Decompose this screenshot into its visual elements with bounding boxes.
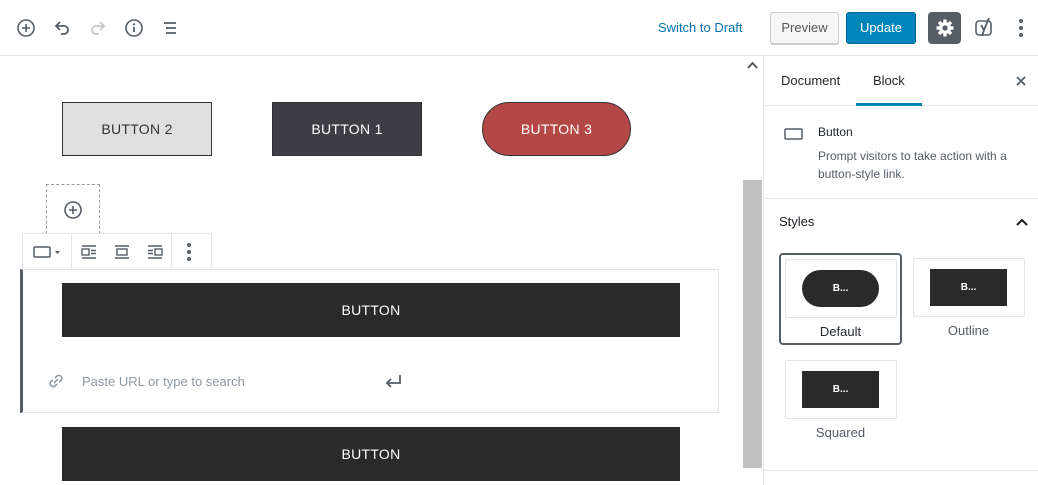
button-2[interactable]: BUTTON 2 (62, 102, 212, 156)
align-center-button[interactable] (105, 234, 138, 269)
style-preview-frame: B... (912, 258, 1025, 317)
scrollbar-thumb[interactable] (743, 180, 762, 468)
style-label: Squared (815, 425, 866, 440)
url-input[interactable] (82, 370, 372, 392)
styles-panel-title[interactable]: Styles (779, 214, 814, 229)
info-icon[interactable] (121, 14, 147, 42)
button-block-icon (33, 245, 60, 258)
add-block-icon (64, 200, 82, 219)
lower-button[interactable]: BUTTON (62, 427, 680, 481)
selected-button[interactable]: BUTTON (62, 283, 680, 337)
align-center-icon (114, 244, 129, 259)
style-option-outline[interactable]: B... Outline (907, 258, 1030, 338)
editor-scrollbar[interactable] (743, 56, 762, 485)
tab-block[interactable]: Block (856, 56, 922, 106)
style-preview-frame: B... (784, 360, 897, 419)
style-preview-frame: B... (784, 259, 897, 318)
gear-icon (936, 19, 953, 37)
button-3[interactable]: BUTTON 3 (482, 102, 631, 156)
align-right-button[interactable] (138, 234, 171, 269)
style-label: Outline (947, 323, 990, 338)
close-icon[interactable] (1012, 72, 1030, 90)
settings-button[interactable] (928, 12, 961, 44)
more-group (172, 234, 205, 269)
alignment-group (72, 234, 172, 269)
tab-document[interactable]: Document (764, 56, 857, 106)
settings-sidebar: Document Block Button Prompt visitors to… (763, 56, 1038, 485)
style-option-default[interactable]: B... Default (779, 253, 902, 345)
chevron-up-icon[interactable] (1014, 214, 1030, 230)
style-preview: B... (930, 269, 1007, 306)
block-switcher-button[interactable] (23, 234, 71, 269)
block-description: Prompt visitors to take action with a bu… (818, 149, 1007, 181)
editor-header: Switch to Draft Preview Update (0, 0, 1038, 56)
block-card: Button Prompt visitors to take action wi… (764, 107, 1038, 199)
sidebar-tabs: Document Block (764, 56, 1038, 106)
link-icon (49, 374, 63, 388)
redo-icon[interactable] (85, 14, 111, 42)
more-options-icon[interactable] (1012, 14, 1030, 42)
style-label: Default (819, 324, 862, 339)
yoast-icon[interactable] (972, 14, 998, 42)
undo-icon[interactable] (49, 14, 75, 42)
block-title: Button (818, 125, 853, 139)
divider (764, 470, 1038, 471)
preview-button[interactable]: Preview (770, 12, 839, 44)
style-option-squared[interactable]: B... Squared (779, 360, 902, 440)
block-switcher-group (23, 234, 72, 269)
button-block-icon (784, 128, 803, 140)
align-left-button[interactable] (72, 234, 105, 269)
style-preview: B... (802, 270, 879, 307)
block-inserter[interactable] (46, 184, 100, 234)
url-input-row (46, 370, 406, 392)
style-preview: B... (802, 371, 879, 408)
scroll-up-icon[interactable] (746, 60, 759, 70)
align-right-icon (147, 244, 163, 259)
outline-icon[interactable] (157, 14, 183, 42)
update-button[interactable]: Update (846, 12, 916, 44)
add-block-icon[interactable] (13, 14, 39, 42)
align-left-icon (80, 244, 96, 259)
enter-icon[interactable] (384, 372, 404, 390)
button-1[interactable]: BUTTON 1 (272, 102, 422, 156)
editor-canvas: BUTTON 2 BUTTON 1 BUTTON 3 BUTTON Paste … (0, 56, 763, 485)
block-more-options-button[interactable] (172, 234, 205, 269)
block-toolbar (22, 233, 212, 270)
more-options-icon (186, 242, 191, 261)
switch-to-draft-button[interactable]: Switch to Draft (648, 18, 753, 38)
